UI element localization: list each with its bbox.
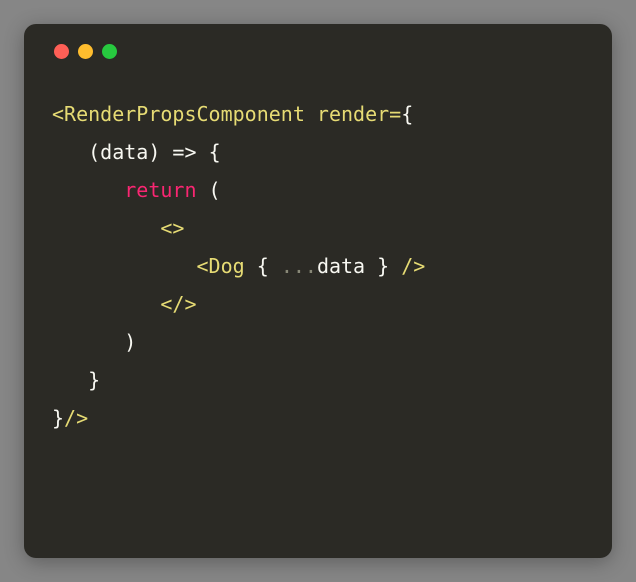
code-token [52, 292, 160, 316]
code-token: ) [148, 140, 160, 164]
code-token: } [52, 406, 64, 430]
code-token: ) [52, 330, 136, 354]
code-token: ( [197, 178, 221, 202]
code-token: data [317, 254, 365, 278]
code-token: /> [401, 254, 425, 278]
code-token [52, 254, 197, 278]
code-token: } [365, 254, 401, 278]
minimize-icon[interactable] [78, 44, 93, 59]
code-token: { [257, 254, 281, 278]
code-token: } [88, 368, 100, 392]
zoom-icon[interactable] [102, 44, 117, 59]
code-token: <> [160, 216, 184, 240]
code-token [52, 216, 160, 240]
code-token [52, 140, 88, 164]
code-token: ... [281, 254, 317, 278]
code-token: <RenderPropsComponent render= [52, 102, 401, 126]
code-token: { [209, 140, 221, 164]
code-token: => [160, 140, 208, 164]
code-block: <RenderPropsComponent render={ (data) =>… [52, 95, 584, 437]
code-token: data [100, 140, 148, 164]
code-token [52, 368, 88, 392]
code-token: /> [64, 406, 88, 430]
code-window: <RenderPropsComponent render={ (data) =>… [24, 24, 612, 558]
code-token: { [401, 102, 413, 126]
code-token: </> [160, 292, 196, 316]
traffic-lights [54, 44, 584, 59]
code-token: return [124, 178, 196, 202]
code-token [52, 178, 124, 202]
close-icon[interactable] [54, 44, 69, 59]
code-token: ( [88, 140, 100, 164]
code-token: <Dog [197, 254, 257, 278]
